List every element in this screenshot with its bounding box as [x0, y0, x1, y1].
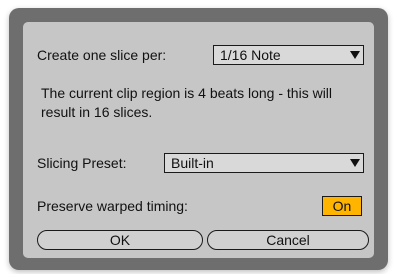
- slice-per-dropdown[interactable]: 1/16 Note: [213, 45, 364, 65]
- slice-per-label: Create one slice per:: [37, 47, 167, 63]
- slicing-preset-value: Built-in: [171, 155, 214, 171]
- slice-per-value: 1/16 Note: [220, 47, 281, 63]
- ok-button[interactable]: OK: [37, 230, 203, 250]
- cancel-button[interactable]: Cancel: [207, 230, 369, 250]
- slice-per-row: Create one slice per: 1/16 Note: [37, 45, 364, 65]
- slicing-preset-dropdown[interactable]: Built-in: [164, 153, 364, 173]
- dialog-panel: Create one slice per: 1/16 Note The curr…: [23, 22, 374, 258]
- preserve-warp-toggle[interactable]: On: [322, 196, 362, 216]
- slice-dialog: Create one slice per: 1/16 Note The curr…: [9, 8, 388, 270]
- preserve-warp-row: Preserve warped timing: On: [37, 196, 362, 216]
- slicing-preset-label: Slicing Preset:: [37, 155, 127, 171]
- clip-region-info: The current clip region is 4 beats long …: [41, 85, 333, 120]
- slicing-preset-row: Slicing Preset: Built-in: [37, 153, 364, 173]
- preserve-warp-label: Preserve warped timing:: [37, 198, 188, 214]
- chevron-down-icon: [350, 51, 360, 59]
- chevron-down-icon: [350, 159, 360, 167]
